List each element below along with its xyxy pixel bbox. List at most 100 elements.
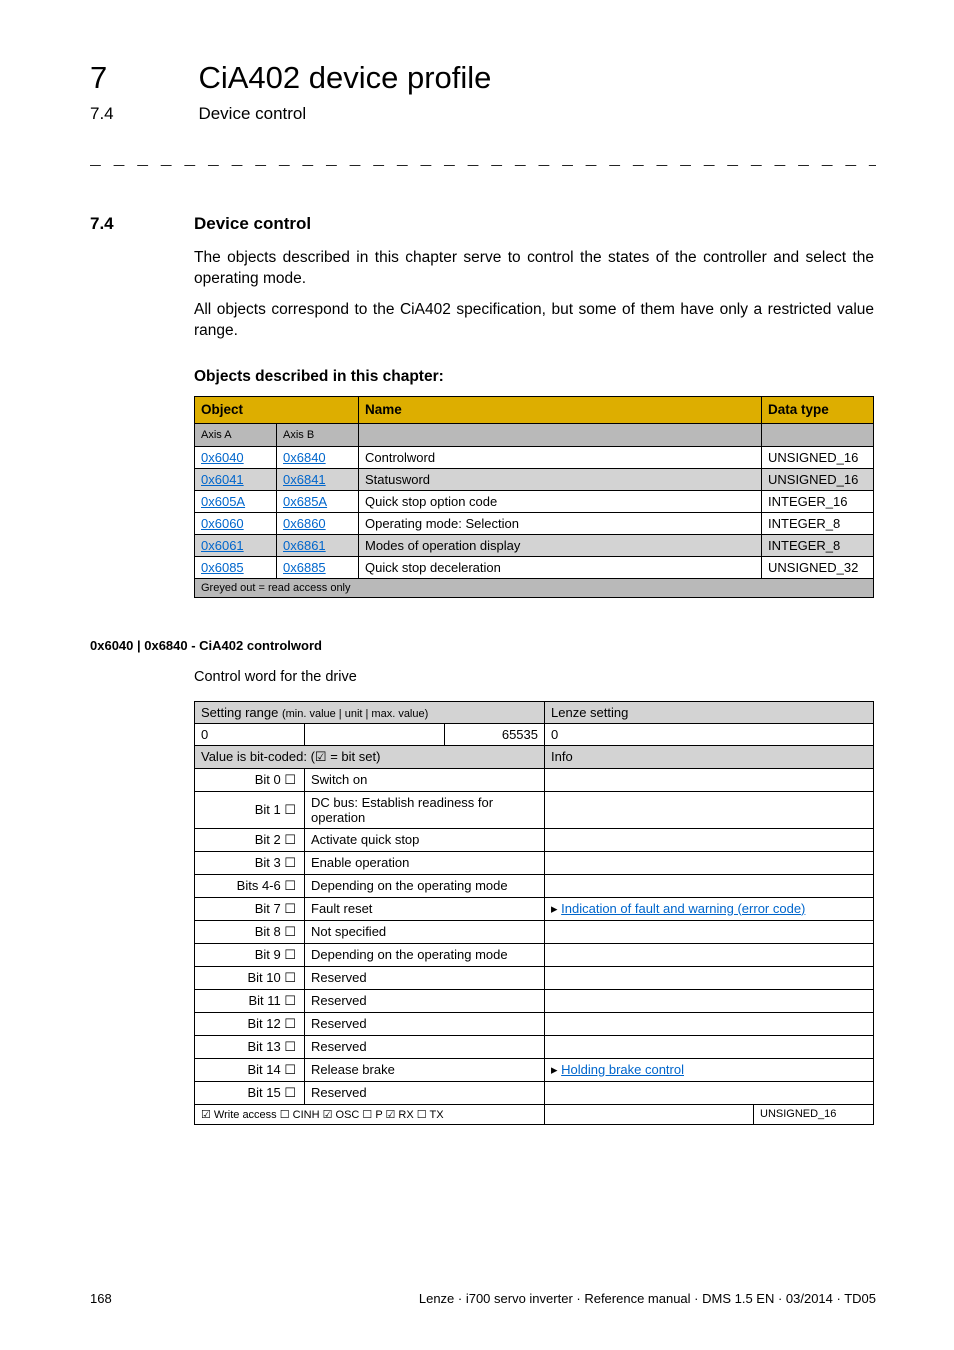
object-link-b[interactable]: 0x6885 bbox=[283, 560, 326, 575]
object-link-a[interactable]: 0x6041 bbox=[201, 472, 244, 487]
th-datatype: Data type bbox=[762, 396, 874, 423]
table-row: 0x605A0x685AQuick stop option codeINTEGE… bbox=[195, 490, 874, 512]
bit-description: Activate quick stop bbox=[305, 828, 545, 851]
cell-datatype: UNSIGNED_16 bbox=[762, 468, 874, 490]
access-flags-text: ☑ Write access ☐ CINH ☑ OSC ☐ P ☑ RX ☐ T… bbox=[201, 1109, 444, 1121]
bit-info: ▸ Holding brake control bbox=[545, 1058, 874, 1081]
bit-coded-label: Value is bit-coded: (☑ = bit set) bbox=[195, 745, 545, 768]
table-row: Bit 13 ☐Reserved bbox=[195, 1035, 874, 1058]
cell-name: Statusword bbox=[359, 468, 762, 490]
table-row: Bit 11 ☐Reserved bbox=[195, 989, 874, 1012]
cell-name: Modes of operation display bbox=[359, 534, 762, 556]
bit-label: Bit 12 ☐ bbox=[195, 1012, 305, 1035]
th-empty-1 bbox=[359, 423, 762, 446]
info-label: Info bbox=[545, 745, 874, 768]
table-row: Bits 4-6 ☐Depending on the operating mod… bbox=[195, 874, 874, 897]
bit-label: Bit 13 ☐ bbox=[195, 1035, 305, 1058]
cell-axis-b: 0x685A bbox=[277, 490, 359, 512]
cell-datatype: INTEGER_8 bbox=[762, 534, 874, 556]
object-link-a[interactable]: 0x6040 bbox=[201, 450, 244, 465]
paragraph-1: The objects described in this chapter se… bbox=[194, 248, 874, 290]
bit-description: Switch on bbox=[305, 768, 545, 791]
bit-info: ▸ Indication of fault and warning (error… bbox=[545, 897, 874, 920]
th-empty-2 bbox=[762, 423, 874, 446]
info-link[interactable]: Indication of fault and warning (error c… bbox=[561, 901, 805, 916]
table-row: Bit 7 ☐Fault reset▸ Indication of fault … bbox=[195, 897, 874, 920]
subheading: Objects described in this chapter: bbox=[194, 368, 874, 386]
table-row: 0x6040 0x6840 ControlwordUNSIGNED_16 bbox=[195, 446, 874, 468]
table-row: 0x6060 0x6860 Operating mode: SelectionINT… bbox=[195, 512, 874, 534]
bit-description: Reserved bbox=[305, 989, 545, 1012]
object-heading: 0x6040 | 0x6840 - CiA402 controlword bbox=[90, 638, 876, 653]
cell-axis-a: 0x6041 bbox=[195, 468, 277, 490]
cell-axis-a: 0x6040 bbox=[195, 446, 277, 468]
table-row: Bit 10 ☐Reserved bbox=[195, 966, 874, 989]
object-link-a[interactable]: 0x6085 bbox=[201, 560, 244, 575]
controlword-table: Setting range (min. value | unit | max. … bbox=[194, 701, 874, 1125]
range-max: 65535 bbox=[445, 723, 545, 745]
table-row: Bit 2 ☐Activate quick stop bbox=[195, 828, 874, 851]
table-row: Bit 8 ☐Not specified bbox=[195, 920, 874, 943]
bit-description: Fault reset bbox=[305, 897, 545, 920]
cell-name: Quick stop option code bbox=[359, 490, 762, 512]
cell-datatype: INTEGER_8 bbox=[762, 512, 874, 534]
cell-datatype: UNSIGNED_16 bbox=[762, 446, 874, 468]
bit-description: Reserved bbox=[305, 966, 545, 989]
th-name: Name bbox=[359, 396, 762, 423]
cell-name: Operating mode: Selection bbox=[359, 512, 762, 534]
object-link-a[interactable]: 0x6061 bbox=[201, 538, 244, 553]
object-link-b[interactable]: 0x6861 bbox=[283, 538, 326, 553]
bit-info bbox=[545, 943, 874, 966]
bit-description: Depending on the operating mode bbox=[305, 874, 545, 897]
control-description: Control word for the drive bbox=[194, 669, 874, 685]
bit-label: Bit 10 ☐ bbox=[195, 966, 305, 989]
bit-description: Enable operation bbox=[305, 851, 545, 874]
object-link-b[interactable]: 0x685A bbox=[283, 494, 327, 509]
bit-label: Bit 7 ☐ bbox=[195, 897, 305, 920]
bit-description: Reserved bbox=[305, 1081, 545, 1104]
info-link[interactable]: Holding brake control bbox=[561, 1062, 684, 1077]
bit-label: Bit 8 ☐ bbox=[195, 920, 305, 943]
cell-axis-b: 0x6861 bbox=[277, 534, 359, 556]
bit-info bbox=[545, 966, 874, 989]
object-link-a[interactable]: 0x605A bbox=[201, 494, 245, 509]
object-link-a[interactable]: 0x6060 bbox=[201, 516, 244, 531]
access-flags: ☑ Write access ☐ CINH ☑ OSC ☐ P ☑ RX ☐ T… bbox=[195, 1104, 545, 1124]
table-row: Bit 12 ☐Reserved bbox=[195, 1012, 874, 1035]
th-lenze-setting: Lenze setting bbox=[545, 701, 874, 723]
cell-axis-a: 0x605A bbox=[195, 490, 277, 512]
bit-label: Bits 4-6 ☐ bbox=[195, 874, 305, 897]
bit-description: Not specified bbox=[305, 920, 545, 943]
range-unit bbox=[305, 723, 445, 745]
chapter-title: CiA402 device profile bbox=[198, 60, 491, 96]
table-row: Bit 3 ☐Enable operation bbox=[195, 851, 874, 874]
th-setting-range-prefix: Setting range (min. value | unit | max. … bbox=[201, 705, 428, 720]
cell-axis-b: 0x6840 bbox=[277, 446, 359, 468]
object-link-b[interactable]: 0x6841 bbox=[283, 472, 326, 487]
table-row: 0x60850x6885Quick stop decelerationUNSIG… bbox=[195, 556, 874, 578]
object-link-b[interactable]: 0x6840 bbox=[283, 450, 326, 465]
cell-name: Controlword bbox=[359, 446, 762, 468]
bit-label: Bit 2 ☐ bbox=[195, 828, 305, 851]
bit-info bbox=[545, 791, 874, 828]
th-setting-range: Setting range (min. value | unit | max. … bbox=[195, 701, 545, 723]
section-number: 7.4 bbox=[90, 214, 194, 234]
bit-description: Reserved bbox=[305, 1035, 545, 1058]
bit-info bbox=[545, 1035, 874, 1058]
paragraph-2: All objects correspond to the CiA402 spe… bbox=[194, 300, 874, 342]
footer-datatype: UNSIGNED_16 bbox=[754, 1104, 874, 1124]
th-axis-b: Axis B bbox=[277, 423, 359, 446]
subchapter-number: 7.4 bbox=[90, 104, 194, 124]
table-row: Bit 0 ☐Switch on bbox=[195, 768, 874, 791]
bit-info bbox=[545, 1081, 874, 1104]
arrow-icon: ▸ bbox=[551, 1062, 561, 1077]
bit-description: Reserved bbox=[305, 1012, 545, 1035]
footer-meta: Lenze · i700 servo inverter · Reference … bbox=[419, 1291, 876, 1306]
footer-spacer bbox=[545, 1104, 754, 1124]
object-link-b[interactable]: 0x6860 bbox=[283, 516, 326, 531]
bit-info bbox=[545, 768, 874, 791]
bit-label: Bit 0 ☐ bbox=[195, 768, 305, 791]
cell-datatype: UNSIGNED_32 bbox=[762, 556, 874, 578]
cell-axis-b: 0x6885 bbox=[277, 556, 359, 578]
table-row: 0x6041 0x6841 StatuswordUNSIGNED_16 bbox=[195, 468, 874, 490]
